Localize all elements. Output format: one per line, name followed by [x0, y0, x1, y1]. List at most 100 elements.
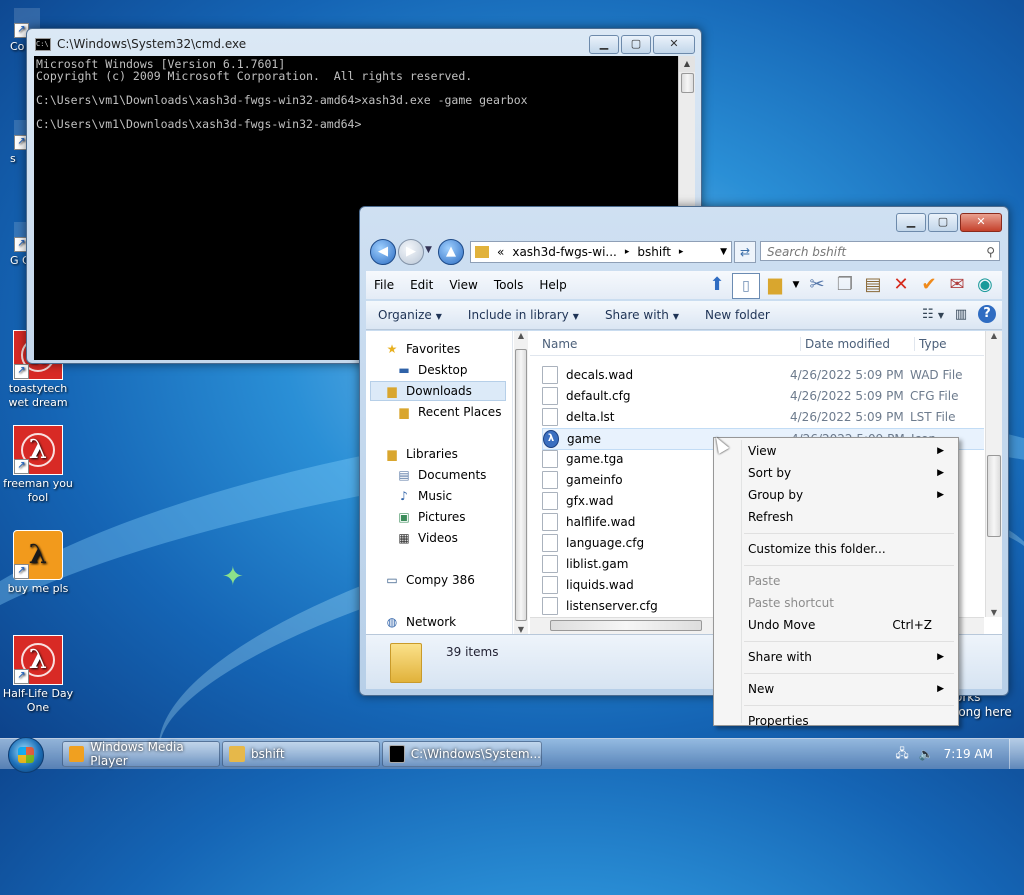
music-icon: ♪: [400, 489, 408, 503]
scroll-down-icon[interactable]: ▼: [986, 608, 1002, 617]
scroll-down-icon[interactable]: ▼: [514, 625, 528, 634]
file-row[interactable]: delta.lst 4/26/2022 5:09 PM LST File: [542, 407, 984, 427]
delete-icon[interactable]: ✕: [888, 273, 914, 297]
views-icon[interactable]: ☷ ▼: [922, 305, 944, 325]
nav-item-desktop[interactable]: ▬ Desktop: [396, 360, 467, 380]
undo-icon[interactable]: ✔: [916, 273, 942, 297]
context-sort-by[interactable]: Sort by ▶: [748, 463, 944, 483]
context-properties[interactable]: Properties: [748, 711, 944, 731]
maximize-button[interactable]: ▢: [621, 35, 651, 54]
context-group-by[interactable]: Group by ▶: [748, 485, 944, 505]
scroll-up-icon[interactable]: ▲: [679, 56, 695, 72]
context-new[interactable]: New ▶: [748, 679, 944, 699]
nav-item-downloads[interactable]: ▆ Downloads: [370, 381, 506, 401]
column-date[interactable]: Date modified: [800, 337, 890, 351]
context-undo-move[interactable]: Undo Move Ctrl+Z: [748, 615, 944, 635]
back-button[interactable]: ◀: [370, 239, 396, 265]
context-refresh[interactable]: Refresh: [748, 507, 944, 527]
forward-button[interactable]: ▶: [398, 239, 424, 265]
refresh-icon[interactable]: ⇄: [734, 241, 756, 263]
address-overflow[interactable]: «: [497, 245, 504, 259]
half-life-icon: λ: [543, 430, 559, 448]
nav-item-music[interactable]: ♪ Music: [396, 486, 452, 506]
up-button[interactable]: ▲: [438, 239, 464, 265]
nav-item-documents[interactable]: ▤ Documents: [396, 465, 486, 485]
menu-edit[interactable]: Edit: [402, 278, 441, 292]
menu-view[interactable]: View: [441, 278, 485, 292]
search-input[interactable]: Search bshift ⚲: [760, 241, 1000, 261]
nav-item-libraries[interactable]: ▆ Libraries: [384, 444, 457, 464]
menu-tools[interactable]: Tools: [486, 278, 532, 292]
command-new-folder[interactable]: New folder: [693, 308, 784, 322]
address-bar[interactable]: « xash3d-fwgs-wi... ▸ bshift ▸ ▼: [470, 241, 732, 263]
address-dropdown-icon[interactable]: ▼: [720, 247, 727, 257]
context-view[interactable]: View ▶: [748, 441, 944, 461]
nav-item-compy-386[interactable]: ▭ Compy 386: [384, 570, 475, 590]
command-organize[interactable]: Organize ▼: [366, 308, 456, 322]
folder-icon: [390, 643, 422, 683]
paste-icon[interactable]: ▤: [860, 273, 886, 297]
menu-file[interactable]: File: [366, 278, 402, 292]
column-name[interactable]: Name: [542, 337, 577, 351]
preview-pane-icon[interactable]: ▥: [950, 305, 972, 325]
minimize-button[interactable]: ▁: [589, 35, 619, 54]
show-desktop-button[interactable]: [1009, 739, 1024, 769]
recent-pages-chevron-icon[interactable]: ▼: [425, 245, 432, 255]
scroll-up-icon[interactable]: ▲: [986, 331, 1002, 340]
nav-scrollbar[interactable]: ▲ ▼: [514, 331, 528, 634]
cut-icon[interactable]: ✂: [804, 273, 830, 297]
file-row[interactable]: decals.wad 4/26/2022 5:09 PM WAD File: [542, 365, 984, 385]
scroll-up-icon[interactable]: ▲: [514, 331, 528, 340]
taskbar-button[interactable]: C:\Windows\System...: [382, 741, 542, 767]
address-separator[interactable]: ▸: [625, 247, 630, 257]
minimize-button[interactable]: ▁: [896, 213, 926, 232]
address-crumb[interactable]: xash3d-fwgs-wi...: [512, 245, 617, 259]
column-type[interactable]: Type: [914, 337, 947, 351]
context-item-label: New: [748, 682, 775, 696]
up-folder-icon[interactable]: ⬆: [704, 273, 730, 297]
help-icon[interactable]: ?: [978, 305, 996, 323]
close-button[interactable]: ✕: [653, 35, 695, 54]
desktop-icon-label: freeman you fool: [3, 477, 73, 504]
file-list-scrollbar[interactable]: ▲ ▼: [985, 331, 1002, 617]
context-item-label: Refresh: [748, 510, 794, 524]
cmd-title-bar[interactable]: C:\ C:\Windows\System32\cmd.exe: [35, 37, 246, 51]
menu-help[interactable]: Help: [531, 278, 574, 292]
move-to-icon[interactable]: ▆: [762, 273, 788, 297]
scroll-thumb[interactable]: [681, 73, 694, 93]
desktop-icon-label: toastytech wet dream: [8, 382, 68, 409]
close-button[interactable]: ✕: [960, 213, 1002, 232]
scroll-thumb[interactable]: [987, 455, 1001, 537]
context-share-with[interactable]: Share with ▶: [748, 647, 944, 667]
scroll-thumb[interactable]: [515, 349, 527, 621]
clock[interactable]: 7:19 AM: [944, 747, 993, 761]
nav-item-favorites[interactable]: ★ Favorites: [384, 339, 461, 359]
maximize-button[interactable]: ▢: [928, 213, 958, 232]
desktop-icon[interactable]: λ ↗ Half-Life Day One: [0, 635, 76, 715]
desktop-icon[interactable]: λ ↗ buy me pls: [0, 530, 76, 596]
nav-item-pictures[interactable]: ▣ Pictures: [396, 507, 465, 527]
address-crumb[interactable]: bshift: [637, 245, 671, 259]
nav-item-recent-places[interactable]: ▆ Recent Places: [396, 402, 501, 422]
address-separator[interactable]: ▸: [679, 247, 684, 257]
menu-separator: [744, 565, 954, 566]
world-icon[interactable]: ◉: [972, 273, 998, 297]
context-customize-this-folder[interactable]: Customize this folder...: [748, 539, 944, 559]
network-tray-icon[interactable]: 🖧: [895, 744, 908, 765]
file-row[interactable]: default.cfg 4/26/2022 5:09 PM CFG File: [542, 386, 984, 406]
command-share-with[interactable]: Share with ▼: [593, 308, 693, 322]
dropdown-icon[interactable]: ▼: [790, 273, 802, 297]
properties-icon[interactable]: ✉: [944, 273, 970, 297]
taskbar-button[interactable]: bshift: [222, 741, 380, 767]
folders-pane-icon[interactable]: ▯: [732, 273, 760, 299]
copy-icon[interactable]: ❐: [832, 273, 858, 297]
scroll-thumb[interactable]: [550, 620, 702, 631]
desktop-icon[interactable]: λ ↗ freeman you fool: [0, 425, 76, 505]
command-include-in-library[interactable]: Include in library ▼: [456, 308, 593, 322]
nav-item-network[interactable]: ◍ Network: [384, 612, 456, 632]
taskbar-button[interactable]: Windows Media Player: [62, 740, 220, 768]
volume-icon[interactable]: 🔈: [919, 747, 934, 761]
nav-item-videos[interactable]: ▦ Videos: [396, 528, 458, 548]
folder-icon: [229, 746, 245, 762]
context-item-label: Paste shortcut: [748, 596, 834, 610]
